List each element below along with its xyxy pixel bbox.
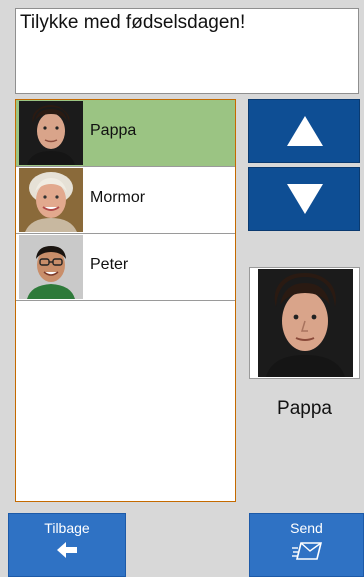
selected-photo-image (258, 269, 353, 377)
send-button[interactable]: Send (249, 513, 364, 577)
contact-photo-peter (19, 235, 83, 299)
contact-name: Pappa (90, 122, 137, 139)
contact-name: Mormor (90, 189, 146, 206)
contact-item-pappa[interactable]: Pappa (16, 100, 235, 167)
contact-item-peter[interactable]: Peter (16, 234, 235, 301)
back-button[interactable]: Tilbage (8, 513, 126, 577)
contact-item-mormor[interactable]: Mormor (16, 167, 235, 234)
message-text: Tilykke med fødselsdagen! (20, 12, 246, 33)
arrow-up-icon (287, 116, 323, 146)
arrow-down-icon (287, 184, 323, 214)
arrow-left-icon (57, 542, 77, 558)
contact-name: Peter (90, 256, 129, 273)
contact-photo-pappa (19, 101, 83, 165)
selected-contact-photo (249, 267, 360, 379)
contact-list[interactable]: Pappa Mormor Peter (15, 99, 236, 502)
scroll-down-button[interactable] (248, 167, 360, 231)
scroll-up-button[interactable] (248, 99, 360, 163)
message-text-area[interactable]: Tilykke med fødselsdagen! (15, 8, 359, 94)
send-button-label: Send (290, 520, 323, 536)
contact-photo-mormor (19, 168, 83, 232)
send-envelope-icon (291, 542, 322, 560)
selected-contact-name: Pappa (277, 398, 332, 419)
back-button-label: Tilbage (44, 520, 90, 536)
